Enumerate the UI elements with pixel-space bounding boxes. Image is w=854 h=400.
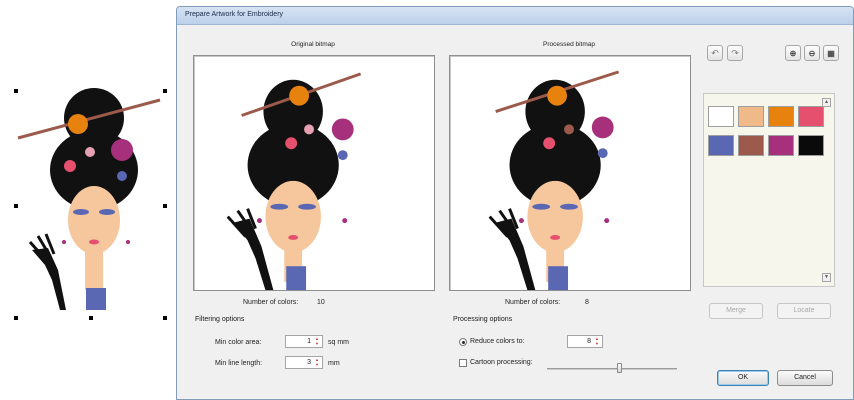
- cartoon-processing-slider-track[interactable]: [547, 368, 677, 370]
- min-line-length-label: Min line length:: [215, 360, 263, 367]
- original-colors-label: Number of colors:: [243, 299, 299, 306]
- zoom-fit-button[interactable]: ▦: [823, 45, 839, 61]
- locate-button[interactable]: Locate: [777, 303, 831, 319]
- color-swatch[interactable]: [738, 106, 764, 127]
- color-swatch[interactable]: [768, 106, 794, 127]
- reduce-colors-label: Reduce colors to:: [470, 338, 525, 345]
- zoom-in-icon: ⊕: [789, 48, 797, 58]
- zoom-out-button[interactable]: ⊖: [804, 45, 820, 61]
- processed-colors-value: 8: [585, 299, 589, 306]
- reduce-colors-spinner[interactable]: 8 ▲ ▼: [567, 335, 603, 348]
- palette-scroll-down-button[interactable]: ▼: [822, 273, 831, 282]
- original-bitmap-preview[interactable]: [193, 55, 435, 291]
- color-swatch[interactable]: [738, 135, 764, 156]
- cancel-button[interactable]: Cancel: [777, 370, 833, 386]
- artwork-illustration[interactable]: [10, 70, 170, 320]
- redo-icon: ↷: [731, 47, 739, 58]
- processed-colors-label: Number of colors:: [505, 299, 561, 306]
- original-bitmap-image: [226, 72, 362, 290]
- original-bitmap-label: Original bitmap: [291, 41, 335, 48]
- cartoon-processing-label: Cartoon processing:: [470, 359, 533, 366]
- zoom-in-button[interactable]: ⊕: [785, 45, 801, 61]
- zoom-out-icon: ⊖: [808, 48, 816, 58]
- original-colors-value: 10: [317, 299, 325, 306]
- undo-icon: ↶: [711, 47, 719, 58]
- processed-bitmap-label: Processed bitmap: [542, 41, 596, 48]
- processed-bitmap-preview[interactable]: [449, 55, 691, 291]
- reduce-colors-value: 8: [587, 338, 591, 345]
- cartoon-processing-checkbox[interactable]: [459, 359, 467, 367]
- color-swatch[interactable]: [768, 135, 794, 156]
- dialog-title: Prepare Artwork for Embroidery: [185, 11, 284, 18]
- filtering-options-label: Filtering options: [195, 316, 245, 323]
- undo-button[interactable]: ↶: [707, 45, 723, 61]
- reduce-colors-radio[interactable]: [459, 338, 467, 346]
- processing-options-label: Processing options: [453, 316, 513, 323]
- min-line-length-spinner[interactable]: 3 ▲ ▼: [285, 356, 323, 369]
- cartoon-processing-slider-thumb[interactable]: [617, 363, 622, 373]
- dialog-title-bar[interactable]: Prepare Artwork for Embroidery: [177, 7, 853, 25]
- spinner-arrows[interactable]: ▲ ▼: [313, 358, 321, 367]
- color-palette: ▲ ▼: [703, 93, 835, 287]
- min-color-area-label: Min color area:: [215, 339, 262, 346]
- min-color-area-unit: sq mm: [328, 339, 349, 346]
- ok-button[interactable]: OK: [717, 370, 769, 386]
- color-swatch[interactable]: [798, 135, 824, 156]
- min-color-area-value: 1: [307, 338, 311, 345]
- palette-scroll-up-button[interactable]: ▲: [822, 98, 831, 107]
- min-line-length-value: 3: [307, 359, 311, 366]
- zoom-fit-icon: ▦: [827, 48, 835, 58]
- merge-button[interactable]: Merge: [709, 303, 763, 319]
- color-swatch[interactable]: [798, 106, 824, 127]
- redo-button[interactable]: ↷: [727, 45, 743, 61]
- color-swatch[interactable]: [708, 106, 734, 127]
- min-line-length-unit: mm: [328, 360, 340, 367]
- prepare-artwork-dialog: Prepare Artwork for Embroidery Original …: [176, 6, 854, 400]
- document-canvas[interactable]: [0, 0, 176, 400]
- min-color-area-spinner[interactable]: 1 ▲ ▼: [285, 335, 323, 348]
- spinner-arrows[interactable]: ▲ ▼: [313, 337, 321, 346]
- processed-bitmap-image: [488, 70, 620, 290]
- color-swatch[interactable]: [708, 135, 734, 156]
- spinner-arrows[interactable]: ▲ ▼: [593, 337, 601, 346]
